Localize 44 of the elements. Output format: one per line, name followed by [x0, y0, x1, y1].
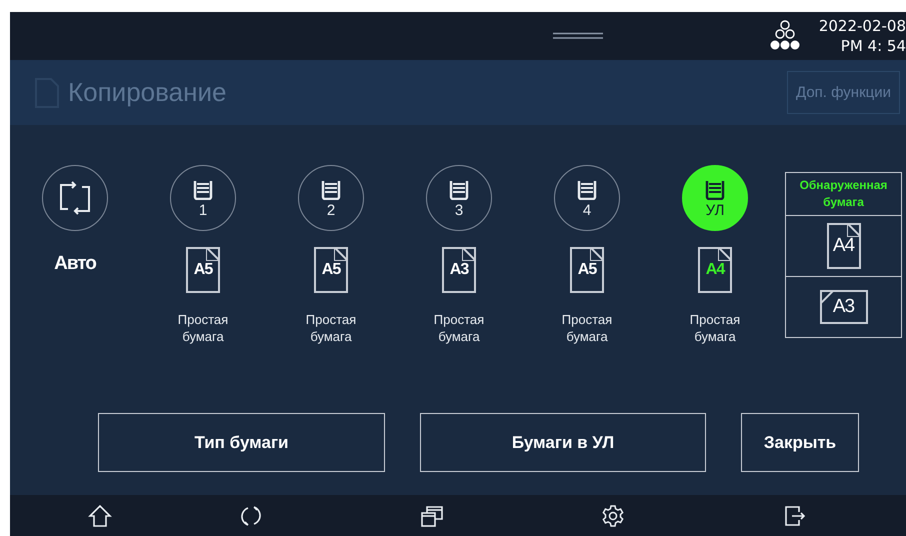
drag-handle-icon[interactable] — [553, 32, 603, 40]
detected-paper-title: Обнаруженная бумага — [786, 173, 901, 216]
paper-size: A5 — [314, 247, 348, 293]
tray-button[interactable]: 3 — [426, 165, 492, 231]
tray-button[interactable]: УЛ — [682, 165, 748, 231]
paper-type-text: Простая бумага — [304, 311, 358, 345]
paper-type-text: Простая бумага — [176, 311, 230, 345]
tray-button[interactable]: 4 — [554, 165, 620, 231]
folded-corner-icon — [590, 247, 604, 261]
paper-type-text: Простая бумага — [560, 311, 614, 345]
folded-corner-icon — [206, 247, 220, 261]
rotate-arrows-icon[interactable] — [238, 504, 262, 528]
folded-corner-icon — [820, 290, 834, 304]
screen-title: Копирование — [68, 77, 226, 108]
paper-type-text: Простая бумага — [432, 311, 486, 345]
folded-corner-icon — [718, 247, 732, 261]
auto-label: Авто — [54, 253, 96, 275]
paper-tray-icon — [321, 180, 341, 200]
bypass-paper-button[interactable]: Бумаги в УЛ — [420, 413, 706, 472]
auto-tray-button[interactable] — [42, 165, 108, 231]
paper-tray-icon — [449, 180, 469, 200]
paper-size: A3 — [442, 247, 476, 293]
folded-corner-icon — [846, 223, 860, 237]
paper-size: A5 — [186, 247, 220, 293]
close-button[interactable]: Закрыть — [741, 413, 859, 472]
windows-icon[interactable] — [420, 504, 444, 528]
folded-corner-icon — [334, 247, 348, 261]
paper-tray-icon — [577, 180, 597, 200]
home-icon[interactable] — [88, 504, 112, 528]
paper-size: A4 — [826, 223, 860, 269]
folded-corner-icon — [462, 247, 476, 261]
paper-type-text: Простая бумага — [688, 311, 742, 345]
paper-tray-icon — [705, 180, 725, 200]
paper-type-button[interactable]: Тип бумаги — [98, 413, 385, 472]
tray-button[interactable]: 2 — [298, 165, 364, 231]
tray-button[interactable]: 1 — [170, 165, 236, 231]
date-text: 2022-02-08 — [818, 16, 906, 36]
settings-icon[interactable] — [600, 504, 624, 528]
time-text: PM 4: 54 — [840, 36, 906, 56]
swap-icon — [58, 181, 92, 215]
paper-tray-icon — [193, 180, 213, 200]
paper-size: A5 — [570, 247, 604, 293]
paper-size: A3 — [820, 290, 868, 324]
paper-size: A4 — [698, 247, 732, 293]
